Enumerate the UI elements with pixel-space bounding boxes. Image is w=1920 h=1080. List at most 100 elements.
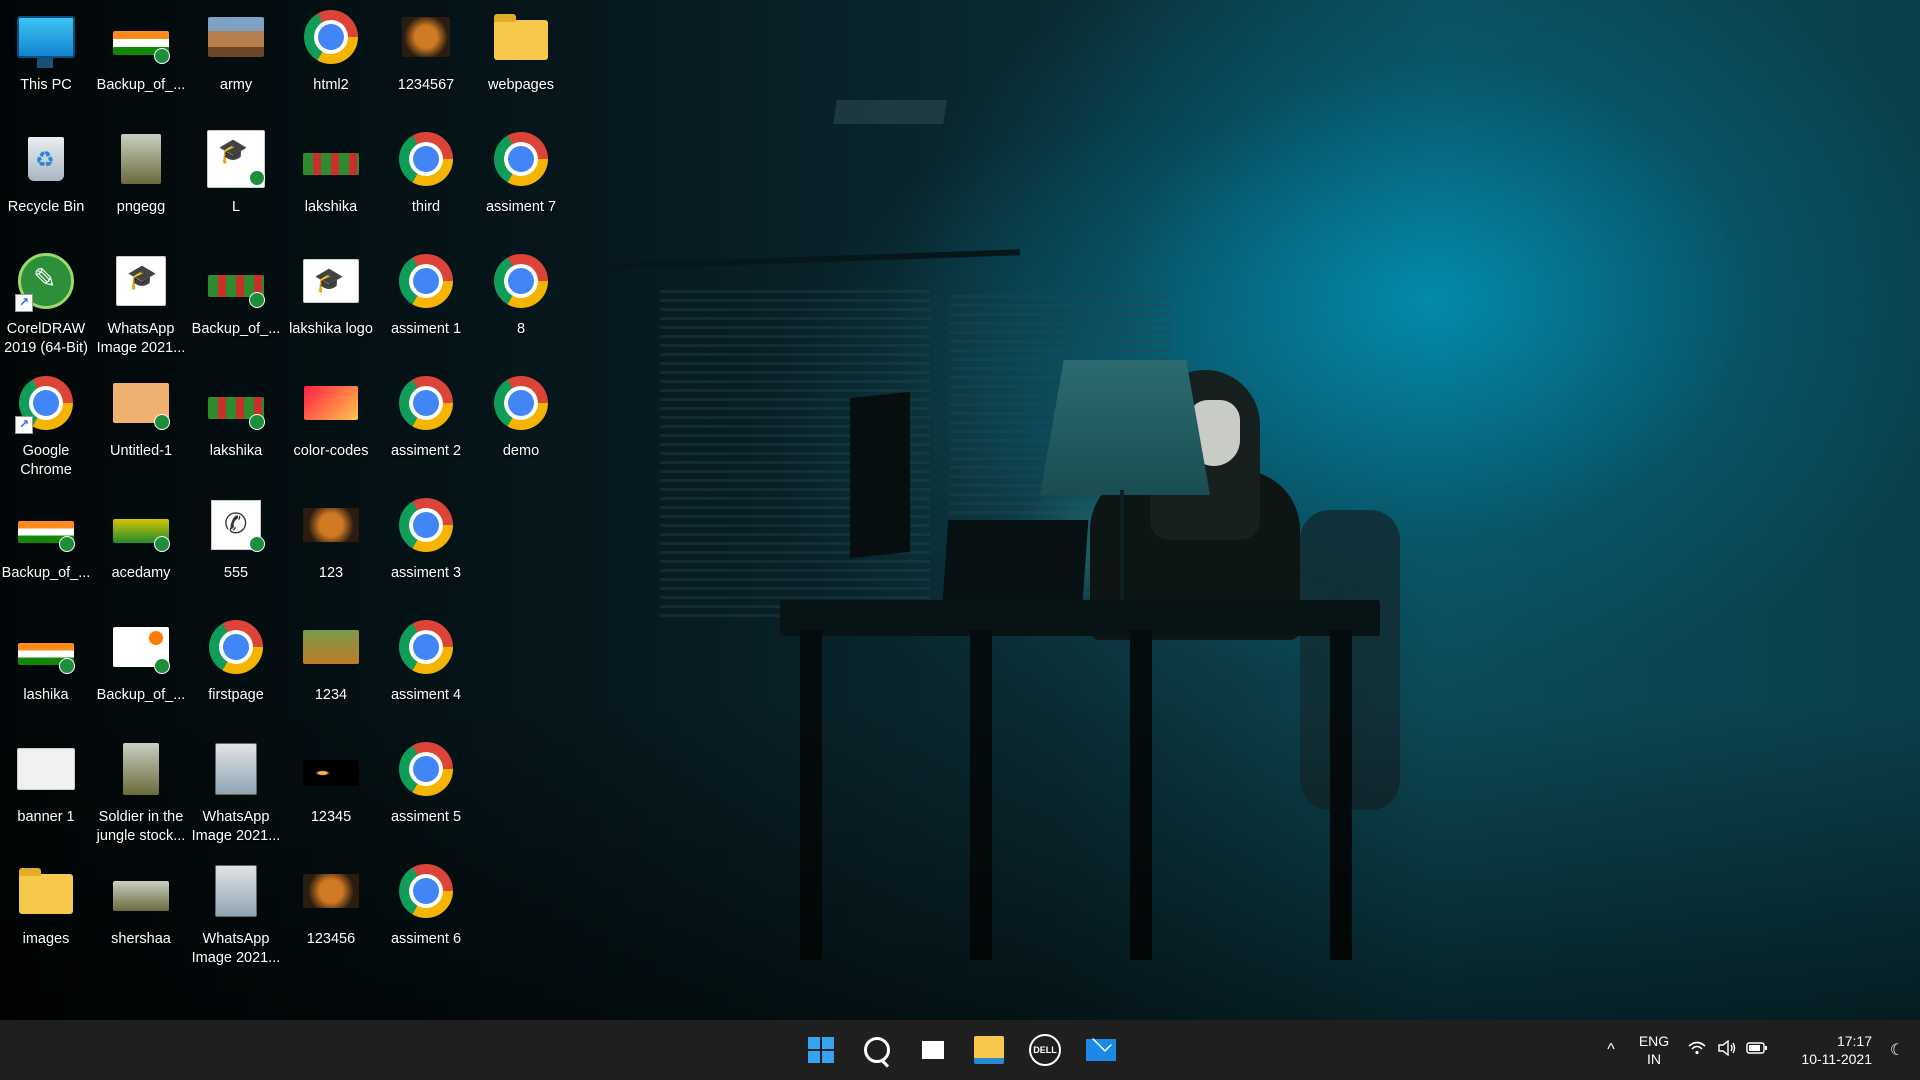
desktop-icon-label: This PC [20, 77, 72, 93]
task-view-button[interactable] [910, 1028, 956, 1072]
desktop-icon-whatsapp-image[interactable]: WhatsApp Image 2021... [190, 854, 282, 972]
chrome-icon [397, 252, 455, 310]
desktop-icon-label: lakshika logo [289, 321, 373, 337]
desktop-icon-label: assiment 3 [390, 565, 462, 581]
desktop-icon-third[interactable]: third [380, 122, 472, 240]
image-file-icon [207, 8, 265, 66]
desktop-icon-shershaa[interactable]: shershaa [95, 854, 187, 972]
dell-app-button[interactable]: DELL [1022, 1028, 1068, 1072]
recycle-bin-icon [17, 130, 75, 188]
desktop-icon-assiment-1[interactable]: assiment 1 [380, 244, 472, 362]
language-code: ENG [1638, 1033, 1670, 1049]
desktop-icon-untitled-1[interactable]: Untitled-1 [95, 366, 187, 484]
desktop-icon-label: 12345 [310, 809, 352, 825]
system-tray: ^ ENG IN 17:17 10-11-2021 ☾ [1596, 1020, 1920, 1080]
start-button[interactable] [798, 1028, 844, 1072]
chrome-icon [397, 130, 455, 188]
input-language-indicator[interactable]: ENG IN [1626, 1032, 1682, 1068]
desktop-icon-label: color-codes [293, 443, 369, 459]
region-code: IN [1647, 1051, 1661, 1067]
desktop-icon-army[interactable]: army [190, 0, 282, 118]
desktop-icon-whatsapp-image[interactable]: WhatsApp Image 2021... [95, 244, 187, 362]
desktop-icon-123[interactable]: 123 [285, 488, 377, 606]
desktop-icon-label: 123 [318, 565, 344, 581]
desktop-icon-1234567[interactable]: 1234567 [380, 0, 472, 118]
desktop-icon-label: 123456 [306, 931, 356, 947]
desktop-icon-backup[interactable]: Backup_of_... [190, 244, 282, 362]
sync-status-icon [249, 170, 265, 186]
search-button[interactable] [854, 1028, 900, 1072]
desktop-icon-webpages[interactable]: webpages [475, 0, 567, 118]
desktop-icon-label: assiment 5 [390, 809, 462, 825]
desktop-icon-l[interactable]: L [190, 122, 282, 240]
desktop-icon-lakshika-logo[interactable]: lakshika logo [285, 244, 377, 362]
desktop-icon-assiment-7[interactable]: assiment 7 [475, 122, 567, 240]
desktop-icon-label: WhatsApp Image 2021... [191, 809, 281, 844]
desktop-icon-label: Backup_of_... [1, 565, 91, 581]
shortcut-arrow-icon: ↗ [15, 416, 33, 434]
desktop-icon-banner-1[interactable]: banner 1 [0, 732, 92, 850]
taskbar-pinned-apps: DELL [798, 1028, 1124, 1072]
desktop-icon-assiment-4[interactable]: assiment 4 [380, 610, 472, 728]
clock[interactable]: 17:17 10-11-2021 [1772, 1032, 1872, 1068]
desktop-icon-pngegg[interactable]: pngegg [95, 122, 187, 240]
desktop-icon-label: 1234567 [397, 77, 455, 93]
image-file-icon [302, 740, 360, 798]
wifi-icon[interactable] [1682, 1041, 1712, 1060]
desktop-icon-firstpage[interactable]: firstpage [190, 610, 282, 728]
desktop-icon-this-pc[interactable]: This PC [0, 0, 92, 118]
desktop-icon-coreldraw[interactable]: ↗ CorelDRAW 2019 (64-Bit) [0, 244, 92, 362]
desktop-icon-lakshika[interactable]: lakshika [285, 122, 377, 240]
desktop-icon-backup[interactable]: Backup_of_... [95, 610, 187, 728]
sync-status-icon [249, 536, 265, 552]
desktop-icon-backup[interactable]: Backup_of_... [0, 488, 92, 606]
chrome-icon [207, 618, 265, 676]
clock-time: 17:17 [1836, 1033, 1872, 1049]
file-explorer-icon [974, 1036, 1004, 1064]
mail-app-button[interactable] [1078, 1028, 1124, 1072]
desktop-icon-assiment-2[interactable]: assiment 2 [380, 366, 472, 484]
desktop-icon-label: 555 [223, 565, 249, 581]
chrome-icon [397, 740, 455, 798]
desktop-icon-demo[interactable]: demo [475, 366, 567, 484]
desktop-icon-html2[interactable]: html2 [285, 0, 377, 118]
desktop-icon-assiment-6[interactable]: assiment 6 [380, 854, 472, 972]
image-file-icon [207, 252, 265, 310]
desktop-icon-soldier-stock[interactable]: Soldier in the jungle stock... [95, 732, 187, 850]
wallpaper-monitor [850, 391, 910, 559]
wallpaper-desk [780, 600, 1380, 636]
desktop-icon-whatsapp-image[interactable]: WhatsApp Image 2021... [190, 732, 282, 850]
desktop-icon-assiment-5[interactable]: assiment 5 [380, 732, 472, 850]
desktop-icon-12345[interactable]: 12345 [285, 732, 377, 850]
desktop-icon-lashika[interactable]: lashika [0, 610, 92, 728]
chrome-icon [397, 862, 455, 920]
desktop-icon-123456[interactable]: 123456 [285, 854, 377, 972]
desktop-icon-assiment-3[interactable]: assiment 3 [380, 488, 472, 606]
desktop-icon-color-codes[interactable]: color-codes [285, 366, 377, 484]
volume-icon[interactable] [1712, 1039, 1742, 1061]
desktop-icon-1234[interactable]: 1234 [285, 610, 377, 728]
wallpaper-lamp-pole [1120, 490, 1124, 610]
desktop-icon-label: demo [502, 443, 540, 459]
sync-status-icon [249, 292, 265, 308]
desktop-icon-recycle-bin[interactable]: Recycle Bin [0, 122, 92, 240]
desktop-icon-lakshika[interactable]: lakshika [190, 366, 282, 484]
image-file-icon [207, 130, 265, 188]
clock-date: 10-11-2021 [1801, 1051, 1872, 1067]
windows-start-icon [808, 1037, 834, 1063]
taskbar: DELL ^ ENG IN 17:17 10-11-2021 ☾ [0, 1020, 1920, 1080]
desktop-icon-images[interactable]: images [0, 854, 92, 972]
desktop-icon-google-chrome[interactable]: ↗ Google Chrome [0, 366, 92, 484]
desktop-icon-555[interactable]: 555 [190, 488, 282, 606]
desktop-icon-label: images [22, 931, 70, 947]
desktop-icon-acedamy[interactable]: acedamy [95, 488, 187, 606]
desktop-icon-label: shershaa [111, 931, 171, 947]
battery-icon[interactable] [1742, 1041, 1772, 1059]
file-explorer-button[interactable] [966, 1028, 1012, 1072]
desktop-icon-backup[interactable]: Backup_of_... [95, 0, 187, 118]
show-hidden-icons-chevron-icon[interactable]: ^ [1596, 1041, 1626, 1059]
focus-assist-moon-icon[interactable]: ☾ [1882, 1040, 1912, 1060]
desktop-icon-grid: This PC Recycle Bin ↗ CorelDRAW 2019 (64… [0, 0, 570, 1010]
desktop-icon-8[interactable]: 8 [475, 244, 567, 362]
desktop-icon-label: lakshika [209, 443, 263, 459]
